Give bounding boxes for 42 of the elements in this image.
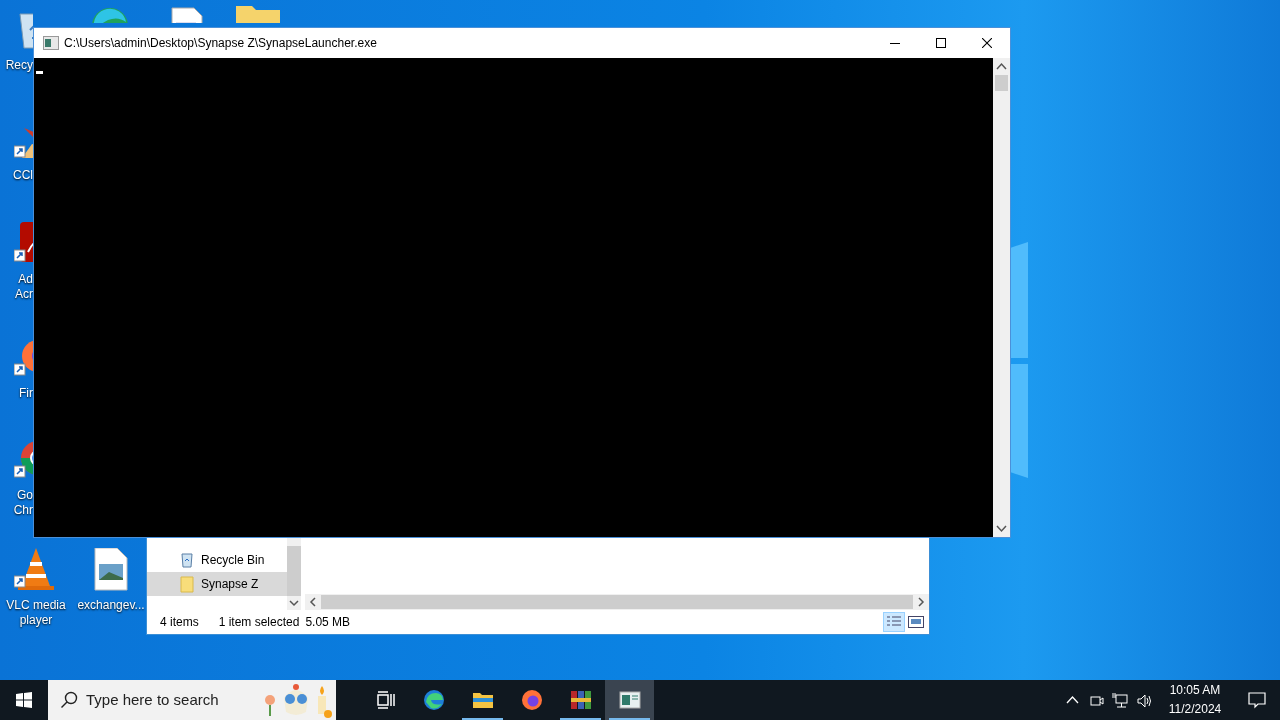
- folder-icon: [236, 6, 280, 23]
- icon-label: Go: [17, 488, 33, 503]
- clock[interactable]: 10:05 AM 11/2/2024: [1156, 680, 1234, 720]
- network-icon: [1111, 691, 1129, 709]
- search-field[interactable]: Type here to search: [86, 688, 260, 712]
- edge-icon: [422, 689, 445, 711]
- file-size: 5.05 MB: [305, 614, 351, 631]
- window-title: C:\Users\admin\Desktop\Synapse Z\SynapseLauncher.exe: [64, 35, 378, 52]
- close-icon: [982, 38, 992, 48]
- icon-label: Recy: [5, 58, 33, 73]
- icon-label: Acr: [15, 287, 33, 302]
- details-view-icon: [886, 615, 902, 629]
- books-icon: [569, 689, 592, 711]
- firefox-icon: [520, 689, 543, 711]
- speech-bubble-icon: [1248, 691, 1266, 709]
- icon-label: Fir: [19, 386, 33, 401]
- vertical-scrollbar[interactable]: [287, 538, 301, 610]
- search-icon: [60, 691, 78, 709]
- icon-label: Ad: [18, 272, 33, 287]
- icon-label: exchangev...: [77, 598, 145, 613]
- scroll-thumb[interactable]: [995, 75, 1008, 91]
- tiles-view-icon: [908, 616, 924, 628]
- folder-icon: [179, 575, 195, 593]
- nav-item[interactable]: Recycle Bin: [147, 548, 287, 572]
- chevron-up-icon: [1065, 696, 1079, 704]
- vertical-scrollbar[interactable]: [993, 58, 1010, 537]
- icon-label: player: [19, 613, 53, 628]
- nav-item[interactable]: Synapse Z: [147, 572, 287, 596]
- text-cursor: [36, 71, 43, 74]
- search-bar[interactable]: Type here to search: [48, 680, 336, 720]
- taskbar-app-button[interactable]: [605, 680, 654, 720]
- maximize-icon: [936, 38, 946, 48]
- icon-label: Chr: [13, 503, 33, 518]
- console-window-icon: [618, 689, 641, 711]
- icon-label: CCl: [13, 168, 33, 183]
- recycle-bin-icon: [179, 551, 195, 569]
- selection-info: 1 item selected: [218, 614, 300, 631]
- item-count: 4 items: [160, 614, 199, 631]
- horizontal-scrollbar[interactable]: [305, 594, 929, 610]
- console-app-icon: [43, 36, 59, 50]
- windows-logo-icon: [16, 692, 32, 708]
- icon-label: VLC media: [6, 598, 66, 613]
